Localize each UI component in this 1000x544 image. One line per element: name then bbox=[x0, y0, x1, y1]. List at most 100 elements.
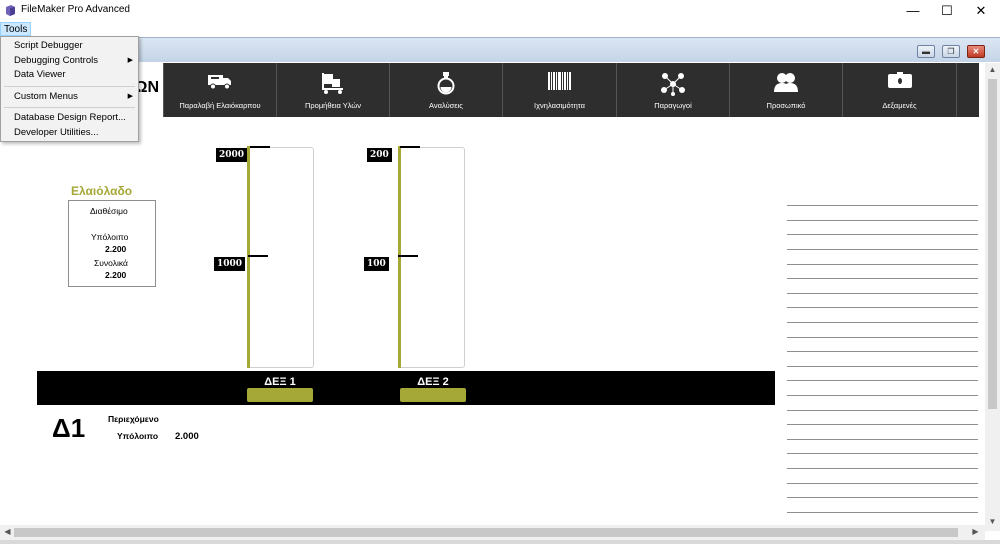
tank-2-button[interactable] bbox=[400, 388, 466, 402]
nav-label: Προμήθεια Υλών bbox=[304, 101, 362, 110]
vertical-scroll-thumb[interactable] bbox=[988, 79, 997, 409]
scroll-left-icon[interactable]: ◀ bbox=[0, 527, 15, 536]
portal-row-line bbox=[787, 380, 978, 381]
nav-item-analyses[interactable]: Αναλύσεις bbox=[389, 63, 502, 117]
portal-row-line bbox=[787, 234, 978, 235]
filemaker-logo-icon bbox=[6, 5, 15, 16]
tools-dropdown-menu: Script Debugger Debugging Controls ▶ Data… bbox=[0, 36, 139, 142]
menu-item-data-viewer[interactable]: Data Viewer bbox=[1, 68, 138, 82]
nav-item-olive-receipt[interactable]: Παραλαβή Ελαιόκαρπου bbox=[163, 63, 276, 117]
tank-1-mid-tick-label: 1000 bbox=[214, 257, 246, 271]
menu-separator bbox=[4, 107, 135, 108]
portal-row-line bbox=[787, 453, 978, 454]
portal-row-lines bbox=[787, 117, 978, 525]
close-window-button[interactable]: ✕ bbox=[964, 0, 998, 22]
detail-remaining-value: 2.000 bbox=[175, 431, 199, 442]
total-value: 2.200 bbox=[105, 270, 127, 280]
tank-2-top-tick-label: 200 bbox=[367, 148, 392, 162]
doc-restore-button[interactable]: ❐ bbox=[942, 45, 960, 58]
doc-minimize-button[interactable]: ▬ bbox=[917, 45, 935, 58]
document-window: ▬ ❐ ✕ ΩΝ Παραλαβή Ελαιόκαρπου Προμήθεια … bbox=[0, 37, 1000, 544]
menu-item-custom-menus[interactable]: Custom Menus ▶ bbox=[1, 90, 138, 104]
nav-label: Παραγωγοί bbox=[654, 101, 692, 110]
menu-item-label: Data Viewer bbox=[14, 69, 66, 80]
menu-item-script-debugger[interactable]: Script Debugger bbox=[1, 39, 138, 53]
content-label: Περιεχόμενο bbox=[108, 414, 159, 424]
portal-row-line bbox=[787, 366, 978, 367]
submenu-arrow-icon: ▶ bbox=[127, 93, 133, 100]
tank-1-name: ΔΕΞ 1 bbox=[264, 376, 296, 388]
nav-label: Δεξαμενές bbox=[882, 101, 917, 110]
nav-label: Ιχνηλασιμότητα bbox=[534, 101, 585, 110]
people-icon bbox=[774, 73, 798, 92]
tank-1-top-tick bbox=[250, 146, 270, 148]
tank-2-mid-tick-label: 100 bbox=[364, 257, 389, 271]
menu-item-label: Database Design Report... bbox=[14, 112, 126, 123]
menu-item-label: Developer Utilities... bbox=[14, 127, 99, 138]
detail-title: Δ1 bbox=[52, 413, 86, 443]
scroll-up-icon[interactable]: ▲ bbox=[985, 65, 1000, 74]
truck-icon bbox=[208, 75, 231, 90]
nav-label: Αναλύσεις bbox=[429, 101, 463, 110]
portal-row-line bbox=[787, 483, 978, 484]
oil-title: Ελαιόλαδο bbox=[71, 184, 133, 198]
oil-summary-box: Διαθέσιμο Υπόλοιπο 2.200 Συνολικά 2.200 bbox=[68, 200, 156, 287]
tank-1-gauge bbox=[247, 147, 314, 368]
detail-remaining-label: Υπόλοιπο bbox=[117, 431, 159, 441]
menu-separator bbox=[4, 86, 135, 87]
scroll-down-icon[interactable]: ▼ bbox=[985, 517, 1000, 526]
nav-item-overflow bbox=[956, 63, 979, 117]
nav-item-personnel[interactable]: Προσωπικό bbox=[729, 63, 842, 117]
horizontal-scroll-thumb[interactable] bbox=[14, 528, 958, 537]
navigation-bar: ΩΝ Παραλαβή Ελαιόκαρπου Προμήθεια Υλών Α… bbox=[0, 63, 979, 117]
menu-item-developer-utilities[interactable]: Developer Utilities... bbox=[1, 126, 138, 140]
menu-item-label: Script Debugger bbox=[14, 40, 83, 51]
tank-1-level-bar bbox=[247, 146, 250, 368]
flask-icon bbox=[437, 72, 455, 95]
minimize-button[interactable]: — bbox=[896, 0, 930, 22]
vertical-scrollbar[interactable]: ▲ ▼ bbox=[985, 63, 1000, 531]
nav-item-producers[interactable]: Παραγωγοί bbox=[616, 63, 729, 117]
tank-1-mid-tick bbox=[248, 255, 268, 257]
tank-2-top-tick bbox=[400, 146, 420, 148]
menu-item-label: Custom Menus bbox=[14, 91, 78, 102]
scroll-right-icon[interactable]: ▶ bbox=[968, 527, 983, 536]
portal-row-line bbox=[787, 278, 978, 279]
network-icon bbox=[661, 73, 685, 96]
portal-row-line bbox=[787, 351, 978, 352]
status-strip bbox=[0, 540, 1000, 544]
barcode-icon bbox=[547, 72, 571, 90]
portal-row-line bbox=[787, 512, 978, 513]
available-label: Διαθέσιμο bbox=[90, 206, 128, 216]
menu-tools[interactable]: Tools bbox=[0, 22, 32, 36]
portal-row-line bbox=[787, 395, 978, 396]
portal-row-line bbox=[787, 249, 978, 250]
portal-row-line bbox=[787, 205, 978, 206]
maximize-button[interactable]: ☐ bbox=[930, 0, 964, 22]
portal-row-line bbox=[787, 322, 978, 323]
portal-row-line bbox=[787, 468, 978, 469]
menubar: Tools bbox=[0, 22, 1000, 36]
nav-label: Παραλαβή Ελαιόκαρπου bbox=[179, 101, 261, 110]
nav-item-traceability[interactable]: Ιχνηλασιμότητα bbox=[502, 63, 616, 117]
horizontal-scrollbar[interactable]: ◀ ▶ bbox=[0, 525, 985, 540]
portal-row-line bbox=[787, 410, 978, 411]
submenu-arrow-icon: ▶ bbox=[127, 57, 133, 64]
document-titlebar: ▬ ❐ ✕ bbox=[0, 37, 1000, 62]
nav-item-tanks[interactable]: Δεξαμενές bbox=[842, 63, 956, 117]
tank-icon bbox=[887, 72, 912, 88]
portal-row-line bbox=[787, 439, 978, 440]
filemaker-app: FileMaker Pro Advanced — ☐ ✕ Tools ▬ ❐ ✕… bbox=[0, 0, 1000, 544]
menu-item-database-design-report[interactable]: Database Design Report... bbox=[1, 111, 138, 125]
portal-row-line bbox=[787, 264, 978, 265]
menu-item-debugging-controls[interactable]: Debugging Controls ▶ bbox=[1, 54, 138, 68]
total-label: Συνολικά bbox=[94, 258, 128, 268]
tank-2-mid-tick bbox=[398, 255, 418, 257]
tank-2-name: ΔΕΞ 2 bbox=[417, 376, 449, 388]
nav-item-supplies[interactable]: Προμήθεια Υλών bbox=[276, 63, 389, 117]
hand-truck-icon bbox=[322, 73, 343, 94]
layout-content: Ελαιόλαδο Διαθέσιμο Υπόλοιπο 2.200 Συνολ… bbox=[0, 117, 985, 525]
tank-2-level-bar bbox=[398, 146, 401, 368]
doc-close-button[interactable]: ✕ bbox=[967, 45, 985, 58]
tank-1-button[interactable] bbox=[247, 388, 313, 402]
